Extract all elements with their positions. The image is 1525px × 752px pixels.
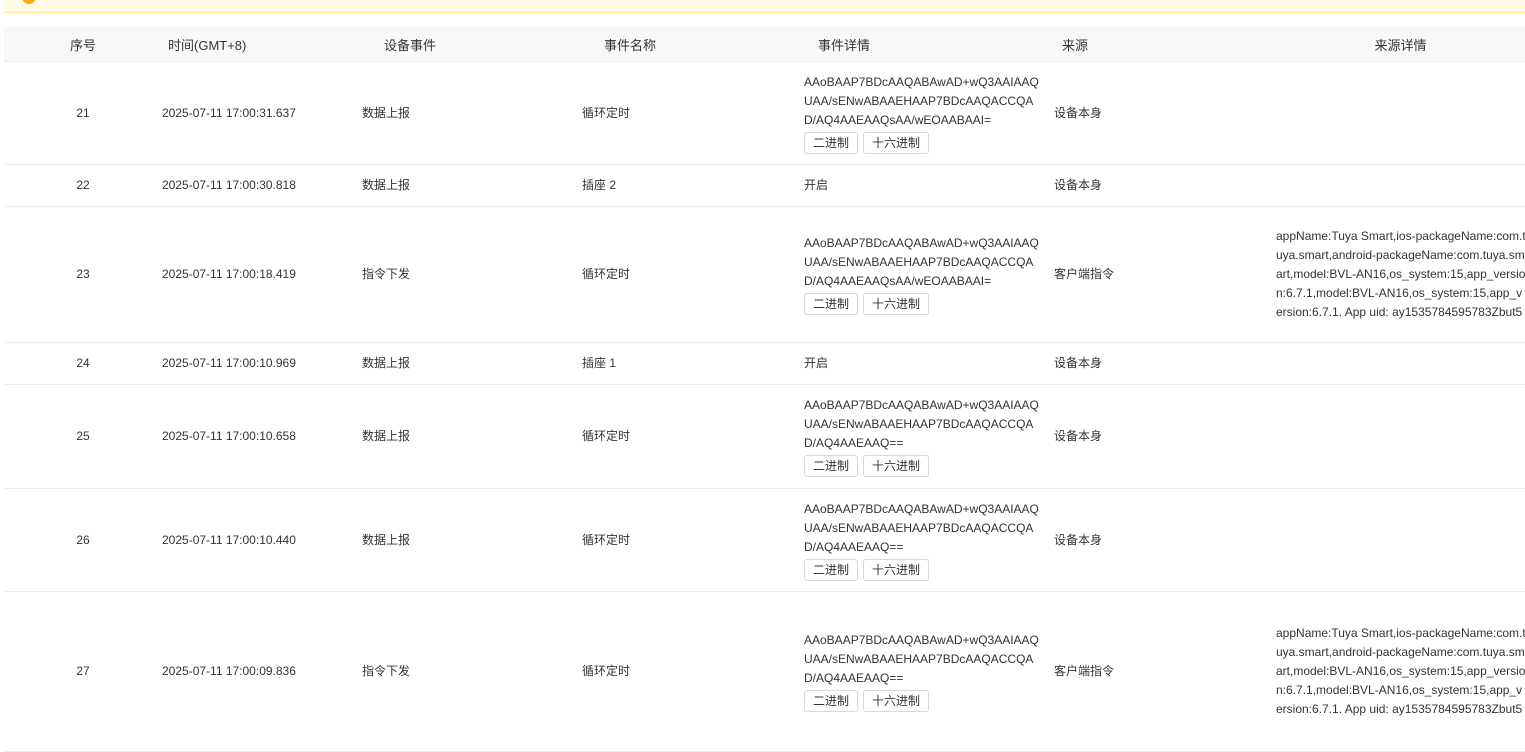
cell-device-event: 数据上报: [362, 164, 582, 207]
cell-device-event: 数据上报: [362, 342, 582, 385]
table-row: 27 2025-07-11 17:00:09.836 指令下发 循环定时 AAoBAAP…: [4, 591, 1525, 752]
cell-device-event: 指令下发: [362, 591, 582, 752]
cell-device-event: 数据上报: [362, 384, 582, 489]
cell-event-detail: AAoBAAP7BDcAAQABAwAD+wQ3AAIAAQUAA/sENwAB…: [804, 206, 1054, 343]
cell-event-detail: AAoBAAP7BDcAAQABAwAD+wQ3AAIAAQUAA/sENwAB…: [804, 61, 1054, 165]
cell-event-name: 循环定时: [582, 384, 804, 489]
source-detail-text: appName:Tuya Smart,ios-packageName:com.t…: [1276, 626, 1525, 716]
info-icon: !: [22, 0, 36, 4]
table-row: 24 2025-07-11 17:00:10.969 数据上报 插座 1 开启 设备本身: [4, 342, 1525, 385]
event-log-table: 序号 时间(GMT+8) 设备事件 事件名称 事件详情 来源 来源详情 21 20…: [4, 27, 1525, 752]
cell-device-event: 数据上报: [362, 61, 582, 165]
detail-format-buttons: 二进制 十六进制: [804, 293, 1054, 315]
cell-event-detail: AAoBAAP7BDcAAQABAwAD+wQ3AAIAAQUAA/sENwAB…: [804, 591, 1054, 752]
detail-format-buttons: 二进制 十六进制: [804, 455, 1054, 477]
cell-index: 24: [4, 342, 162, 385]
cell-time: 2025-07-11 17:00:10.658: [162, 384, 362, 489]
table-row: 25 2025-07-11 17:00:10.658 数据上报 循环定时 AAoBAAP…: [4, 384, 1525, 489]
cell-source: 客户端指令: [1054, 206, 1276, 343]
cell-event-detail: 开启: [804, 342, 1054, 385]
binary-button[interactable]: 二进制: [804, 690, 859, 712]
header-source-detail: 来源详情: [1276, 27, 1525, 62]
event-detail-text: AAoBAAP7BDcAAQABAwAD+wQ3AAIAAQUAA/sENwAB…: [804, 501, 1039, 554]
table-row: 22 2025-07-11 17:00:30.818 数据上报 插座 2 开启 设备本身: [4, 164, 1525, 207]
table-row: 26 2025-07-11 17:00:10.440 数据上报 循环定时 AAoBAAP…: [4, 488, 1525, 592]
cell-source-detail: [1276, 488, 1525, 592]
binary-button[interactable]: 二进制: [804, 455, 859, 477]
hex-button[interactable]: 十六进制: [863, 558, 930, 581]
cell-time: 2025-07-11 17:00:09.836: [162, 591, 362, 752]
header-device-event: 设备事件: [362, 27, 582, 62]
cell-event-name: 插座 1: [582, 342, 804, 385]
cell-source-detail: [1276, 164, 1525, 207]
cell-source: 设备本身: [1054, 342, 1276, 385]
cell-source-detail: [1276, 61, 1525, 165]
cell-event-name: 循环定时: [582, 206, 804, 343]
event-detail-text: 开启: [804, 178, 829, 192]
table-body: 21 2025-07-11 17:00:31.637 数据上报 循环定时 AAoBAAP…: [4, 61, 1525, 752]
event-detail-text: AAoBAAP7BDcAAQABAwAD+wQ3AAIAAQUAA/sENwAB…: [804, 236, 1039, 288]
source-detail-text: appName:Tuya Smart,ios-packageName:com.t…: [1276, 229, 1525, 319]
header-event-detail: 事件详情: [804, 27, 1054, 62]
cell-index: 21: [4, 61, 162, 165]
event-detail-text: AAoBAAP7BDcAAQABAwAD+wQ3AAIAAQUAA/sENwAB…: [804, 398, 1039, 450]
cell-index: 27: [4, 591, 162, 752]
cell-source-detail: appName:Tuya Smart,ios-packageName:com.t…: [1276, 591, 1525, 752]
cell-source: 设备本身: [1054, 61, 1276, 165]
cell-event-detail: AAoBAAP7BDcAAQABAwAD+wQ3AAIAAQUAA/sENwAB…: [804, 488, 1054, 592]
event-detail-text: 开启: [804, 356, 829, 370]
header-index: 序号: [4, 27, 162, 62]
cell-time: 2025-07-11 17:00:30.818: [162, 164, 362, 207]
header-source: 来源: [1054, 27, 1276, 62]
hex-button[interactable]: 十六进制: [863, 293, 930, 315]
cell-time: 2025-07-11 17:00:10.969: [162, 342, 362, 385]
hex-button[interactable]: 十六进制: [863, 455, 930, 477]
cell-source: 设备本身: [1054, 488, 1276, 592]
header-event-name: 事件名称: [582, 27, 804, 62]
hex-button[interactable]: 十六进制: [863, 131, 930, 154]
cell-source-detail: appName:Tuya Smart,ios-packageName:com.t…: [1276, 206, 1525, 343]
detail-format-buttons: 二进制 十六进制: [804, 558, 1054, 581]
cell-event-detail: 开启: [804, 164, 1054, 207]
table-row: 23 2025-07-11 17:00:18.419 指令下发 循环定时 AAoBAAP…: [4, 206, 1525, 343]
event-detail-text: AAoBAAP7BDcAAQABAwAD+wQ3AAIAAQUAA/sENwAB…: [804, 74, 1039, 127]
cell-source: 客户端指令: [1054, 591, 1276, 752]
cell-source: 设备本身: [1054, 164, 1276, 207]
event-detail-text: AAoBAAP7BDcAAQABAwAD+wQ3AAIAAQUAA/sENwAB…: [804, 633, 1039, 685]
binary-button[interactable]: 二进制: [804, 131, 859, 154]
cell-source: 设备本身: [1054, 384, 1276, 489]
cell-event-name: 循环定时: [582, 591, 804, 752]
cell-device-event: 指令下发: [362, 206, 582, 343]
hex-button[interactable]: 十六进制: [863, 690, 930, 712]
cell-device-event: 数据上报: [362, 488, 582, 592]
cell-source-detail: [1276, 342, 1525, 385]
cell-index: 26: [4, 488, 162, 592]
cell-time: 2025-07-11 17:00:10.440: [162, 488, 362, 592]
detail-format-buttons: 二进制 十六进制: [804, 131, 1054, 154]
cell-source-detail: [1276, 384, 1525, 489]
cell-index: 23: [4, 206, 162, 343]
detail-format-buttons: 二进制 十六进制: [804, 690, 1054, 712]
binary-button[interactable]: 二进制: [804, 293, 859, 315]
cell-event-detail: AAoBAAP7BDcAAQABAwAD+wQ3AAIAAQUAA/sENwAB…: [804, 384, 1054, 489]
cell-time: 2025-07-11 17:00:31.637: [162, 61, 362, 165]
binary-button[interactable]: 二进制: [804, 558, 859, 581]
cell-event-name: 插座 2: [582, 164, 804, 207]
cell-time: 2025-07-11 17:00:18.419: [162, 206, 362, 343]
notice-banner: !: [4, 0, 1525, 13]
cell-event-name: 循环定时: [582, 488, 804, 592]
cell-index: 22: [4, 164, 162, 207]
table-header-row: 序号 时间(GMT+8) 设备事件 事件名称 事件详情 来源 来源详情: [4, 27, 1525, 62]
cell-index: 25: [4, 384, 162, 489]
header-time: 时间(GMT+8): [162, 27, 362, 62]
table-row: 21 2025-07-11 17:00:31.637 数据上报 循环定时 AAoBAAP…: [4, 61, 1525, 165]
cell-event-name: 循环定时: [582, 61, 804, 165]
